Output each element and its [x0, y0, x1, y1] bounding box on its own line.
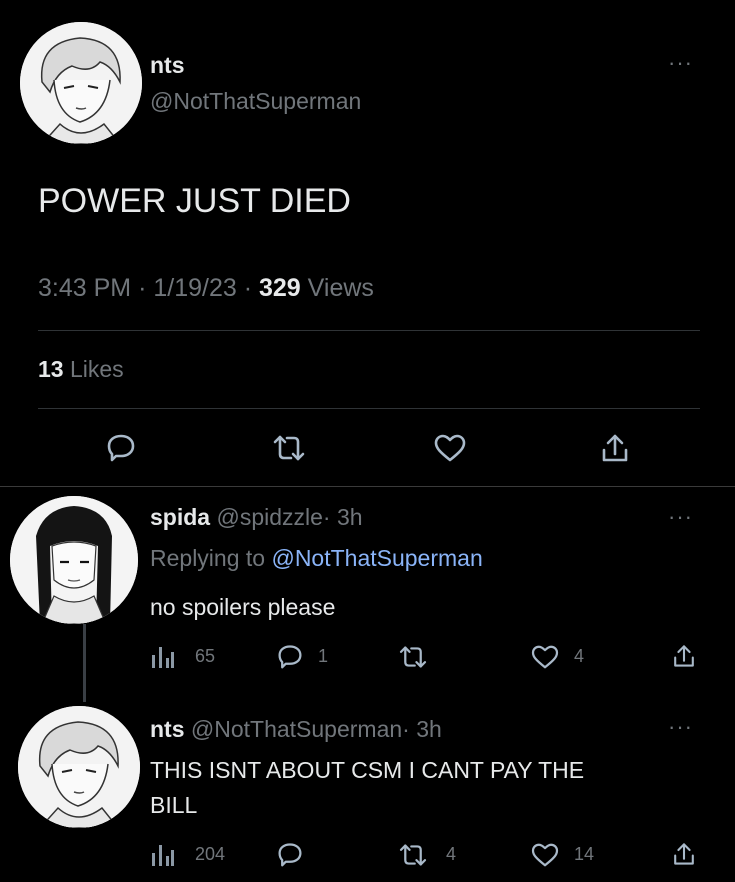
meta-separator: ·: [243, 274, 253, 302]
reply-header: nts @NotThatSuperman· 3h: [150, 716, 442, 743]
tweet-text: POWER JUST DIED: [38, 182, 351, 220]
retweet-count: 4: [446, 844, 457, 864]
reply-icon[interactable]: [276, 841, 304, 867]
views-icon[interactable]: [150, 645, 176, 669]
handle[interactable]: @NotThatSuperman: [191, 716, 402, 742]
like-icon[interactable]: [531, 645, 559, 669]
avatar[interactable]: [20, 22, 142, 144]
views-count: 65: [195, 646, 216, 666]
display-name[interactable]: spida: [150, 504, 210, 530]
more-icon[interactable]: ···: [668, 50, 693, 76]
share-icon[interactable]: [672, 643, 696, 669]
replying-prefix: Replying to: [150, 545, 266, 571]
replying-to: Replying to @NotThatSuperman: [150, 545, 483, 572]
views-count: 329: [259, 274, 301, 302]
likes-label: Likes: [69, 356, 124, 382]
like-count: 4: [574, 646, 585, 666]
more-icon[interactable]: ···: [668, 504, 693, 530]
reply-text-line-2: BILL: [150, 792, 198, 818]
meta-separator: ·: [138, 274, 147, 302]
retweet-icon[interactable]: [272, 434, 306, 462]
retweet-icon[interactable]: [398, 843, 428, 867]
avatar[interactable]: [18, 706, 140, 828]
like-icon[interactable]: [434, 434, 466, 462]
section-divider: [0, 486, 735, 487]
likes-summary[interactable]: 13 Likes: [38, 356, 124, 383]
likes-count: 13: [38, 356, 64, 382]
handle[interactable]: @spidzzle: [216, 504, 322, 530]
views-count: 204: [195, 844, 226, 864]
reply-text-line-1: THIS ISNT ABOUT CSM I CANT PAY THE: [150, 757, 585, 783]
thread-line: [83, 624, 86, 702]
tweet-date: 1/19/23: [153, 274, 237, 302]
handle[interactable]: @NotThatSuperman: [150, 88, 361, 115]
reply-icon[interactable]: [276, 643, 304, 669]
more-icon[interactable]: ···: [668, 714, 693, 740]
reply-count: 1: [318, 646, 329, 666]
views-icon[interactable]: [150, 843, 176, 867]
reply-icon[interactable]: [106, 432, 136, 462]
avatar[interactable]: [10, 496, 138, 624]
like-icon[interactable]: [531, 843, 559, 867]
reply-time: · 3h: [402, 716, 442, 742]
retweet-icon[interactable]: [398, 645, 428, 669]
display-name[interactable]: nts: [150, 52, 185, 79]
display-name[interactable]: nts: [150, 716, 185, 742]
replying-to-link[interactable]: @NotThatSuperman: [271, 545, 482, 571]
divider: [38, 330, 700, 331]
views-label: Views: [307, 274, 374, 302]
reply-time: · 3h: [322, 504, 363, 530]
divider: [38, 408, 700, 409]
like-count: 14: [574, 844, 595, 864]
reply-text: no spoilers please: [150, 594, 336, 620]
tweet-time: 3:43 PM: [38, 274, 132, 302]
tweet-meta: 3:43 PM · 1/19/23 · 329 Views: [38, 274, 374, 303]
reply-header: spida @spidzzle· 3h: [150, 504, 363, 531]
share-icon[interactable]: [600, 432, 630, 464]
share-icon[interactable]: [672, 841, 696, 867]
